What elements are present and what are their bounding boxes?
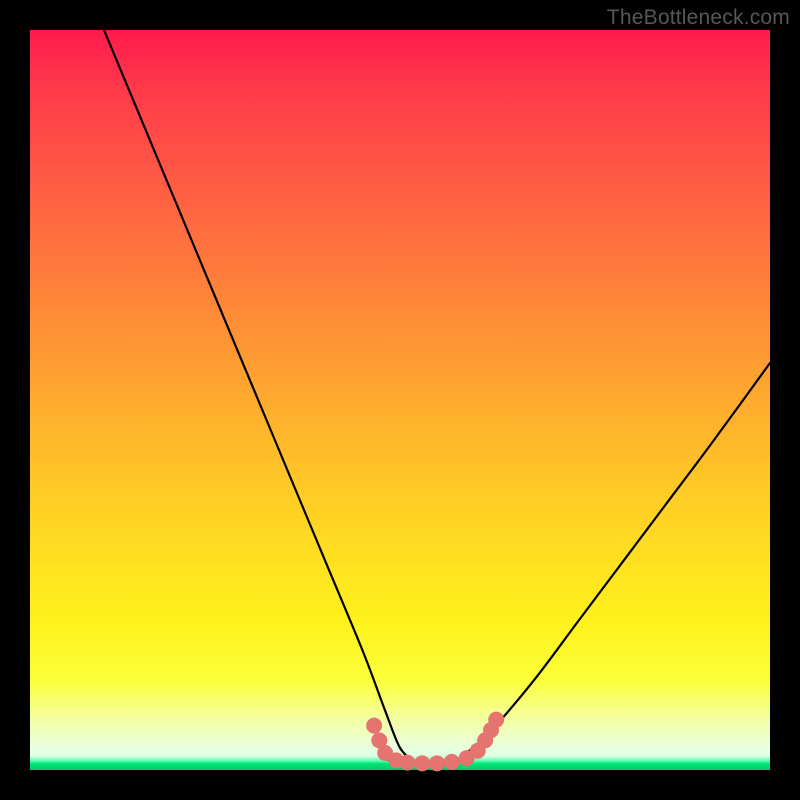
highlight-marker bbox=[444, 754, 460, 770]
series-left-branch bbox=[104, 30, 415, 763]
highlight-marker bbox=[414, 755, 430, 771]
series-group bbox=[104, 30, 770, 764]
highlight-marker bbox=[399, 755, 415, 771]
watermark-text: TheBottleneck.com bbox=[607, 6, 790, 30]
curve-layer bbox=[30, 30, 770, 770]
marker-group bbox=[366, 712, 504, 772]
series-right-branch bbox=[459, 363, 770, 759]
plot-area bbox=[30, 30, 770, 770]
chart-frame: TheBottleneck.com bbox=[0, 0, 800, 800]
highlight-marker bbox=[429, 755, 445, 771]
highlight-marker bbox=[488, 712, 504, 728]
highlight-marker bbox=[366, 718, 382, 734]
